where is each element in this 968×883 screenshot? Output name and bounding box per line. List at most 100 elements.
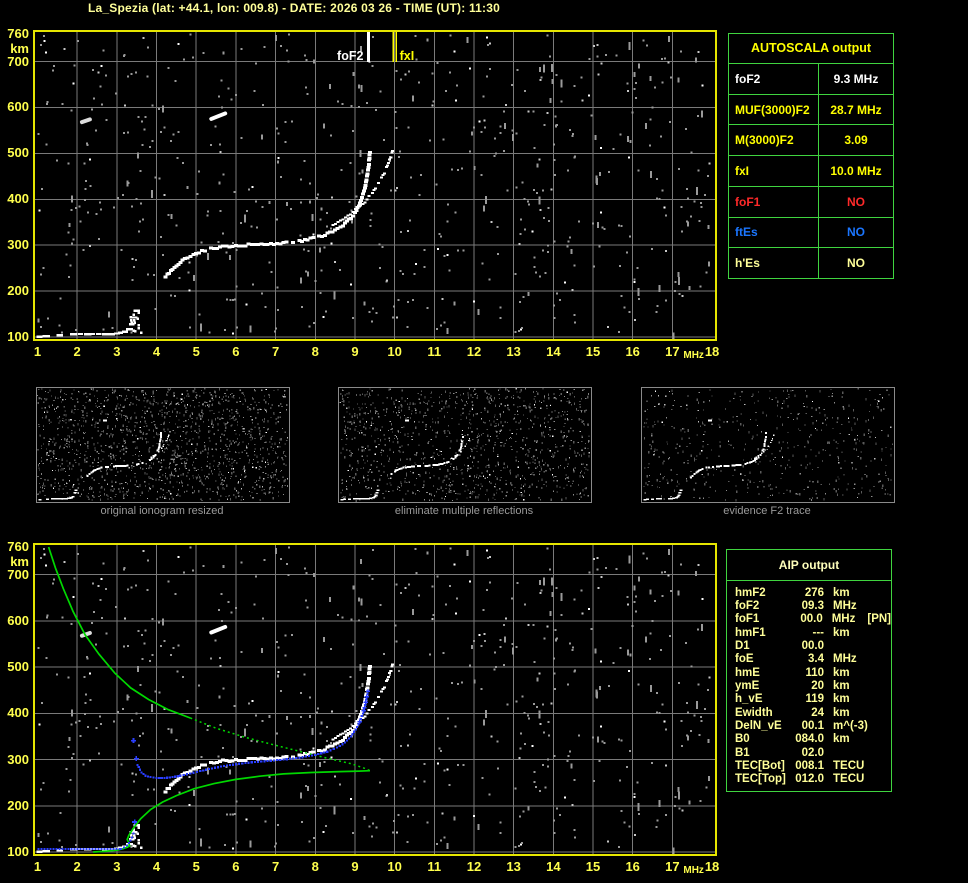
aip-row-foe: foE 3.4 MHz xyxy=(727,653,891,666)
aip-row-tec-top-: TEC[Top] 012.0 TECU xyxy=(727,773,891,786)
x-axis-tick-17: 17 xyxy=(665,344,680,359)
autoscala-row-fxi: fxI 10.0 MHz xyxy=(729,156,893,187)
thumbnail-eliminate-reflections xyxy=(338,387,592,503)
aip-name: B1 xyxy=(735,746,750,759)
x-axis-tick-3: 3 xyxy=(113,859,121,874)
autoscala-param-value: NO xyxy=(847,225,865,240)
x-axis-tick-11: 11 xyxy=(427,344,442,359)
y-axis-tick-600: 600 xyxy=(7,612,29,628)
aip-value: 20 xyxy=(811,680,824,693)
aip-value: 00.0 xyxy=(800,613,823,626)
autoscala-row-fof1: foF1 NO xyxy=(729,186,893,218)
autoscala-param-name: foF1 xyxy=(729,186,819,217)
fxI-marker-label: fxI xyxy=(400,49,415,63)
aip-unit: km xyxy=(833,733,850,746)
x-axis-tick-17: 17 xyxy=(665,859,680,874)
thumbnail-caption-evidence: evidence F2 trace xyxy=(723,505,811,517)
autoscala-row-m-3000-f2: M(3000)F2 3.09 xyxy=(729,125,893,157)
thumbnail-evidence-f2-trace-image xyxy=(643,388,893,502)
thumbnail-eliminate-reflections-image xyxy=(339,388,590,502)
autoscala-row-h-es: h'Es NO xyxy=(729,248,893,279)
aip-row-hme: hmE 110 km xyxy=(727,666,891,679)
aip-note: [PN] xyxy=(867,613,891,626)
aip-value: 00.0 xyxy=(801,640,824,653)
x-axis-tick-14: 14 xyxy=(546,859,561,874)
aip-unit: TECU xyxy=(833,760,865,773)
aip-row-yme: ymE 20 km xyxy=(727,679,891,692)
aip-unit: km xyxy=(833,693,850,706)
aip-name: foF1 xyxy=(735,613,760,626)
x-axis-tick-9: 9 xyxy=(351,344,359,359)
page-title: La_Spezia (lat: +44.1, lon: 009.8) - DAT… xyxy=(88,1,500,15)
autoscala-param-value: 28.7 MHz xyxy=(830,102,882,117)
x-axis-tick-18: 18 xyxy=(704,859,720,874)
aip-row-hmf2: hmF2 276 km xyxy=(727,586,891,599)
x-axis-tick-11: 11 xyxy=(427,859,442,874)
x-axis-tick-2: 2 xyxy=(73,859,81,874)
x-axis-tick-16: 16 xyxy=(625,859,640,874)
aip-unit: MHz xyxy=(831,613,856,626)
aip-row-hmf1: hmF1 --- km xyxy=(727,626,891,639)
autoscala-param-value: 10.0 MHz xyxy=(830,164,882,179)
x-axis-unit-label: MHz xyxy=(683,865,704,876)
autoscala-param-value: 9.3 MHz xyxy=(833,71,879,86)
x-axis-unit-label: MHz xyxy=(683,350,704,361)
aip-value: 24 xyxy=(811,706,824,719)
aip-name: foE xyxy=(735,653,754,666)
aip-name: D1 xyxy=(735,640,750,653)
x-axis-tick-2: 2 xyxy=(73,344,81,359)
aip-unit: TECU xyxy=(833,773,865,786)
aip-row-fof1: foF1 00.0 MHz [PN] xyxy=(727,613,891,626)
y-axis-tick-500: 500 xyxy=(7,145,29,161)
aip-name: Ewidth xyxy=(735,706,773,719)
aip-value: 09.3 xyxy=(801,600,824,613)
autoscala-row-ftes: ftEs NO xyxy=(729,217,893,249)
aip-value: 084.0 xyxy=(795,733,824,746)
aip-value: 3.4 xyxy=(808,653,824,666)
x-axis-tick-5: 5 xyxy=(192,344,200,359)
autoscala-table-rows: foF2 9.3 MHz MUF(3000)F2 28.7 MHz M(3000)F2 3… xyxy=(729,64,893,279)
aip-name: foF2 xyxy=(735,600,760,613)
aip-row-h-ve: h_vE 119 km xyxy=(727,693,891,706)
aip-row-b0: B0 084.0 km xyxy=(727,733,891,746)
x-axis-tick-8: 8 xyxy=(311,344,319,359)
autoscala-param-name: foF2 xyxy=(729,64,819,94)
aip-value: 119 xyxy=(805,693,824,706)
aip-name: TEC[Top] xyxy=(735,773,786,786)
aip-value: 02.0 xyxy=(801,746,824,759)
aip-value: 008.1 xyxy=(795,760,824,773)
aip-name: DelN_vE xyxy=(735,720,782,733)
x-axis-tick-4: 4 xyxy=(152,344,161,359)
aip-table-rows: hmF2 276 km foF2 09.3 MHz foF1 00.0 MHz [PN] hmF1 -… xyxy=(727,581,891,786)
aip-table-title: AIP output xyxy=(727,550,891,581)
y-axis-tick-760: 760 xyxy=(7,539,29,554)
x-axis-tick-3: 3 xyxy=(113,344,121,359)
autoscala-row-muf-3000-f2: MUF(3000)F2 28.7 MHz xyxy=(729,94,893,126)
profile-ionogram-plot xyxy=(33,543,717,856)
aip-name: hmF2 xyxy=(735,586,766,599)
aip-unit: m^(-3) xyxy=(833,720,868,733)
autoscala-table-title: AUTOSCALA output xyxy=(729,34,893,64)
aip-unit: km xyxy=(833,586,850,599)
autoscala-param-name: h'Es xyxy=(729,248,819,279)
aip-row-b1: B1 02.0 xyxy=(727,746,891,759)
y-axis-tick-760: 760 xyxy=(7,26,29,41)
aip-row-tec-bot-: TEC[Bot] 008.1 TECU xyxy=(727,759,891,772)
y-axis-tick-200: 200 xyxy=(7,797,29,813)
y-axis-tick-100: 100 xyxy=(7,844,29,859)
autoscala-param-name: fxI xyxy=(729,156,819,186)
aip-name: h_vE xyxy=(735,693,763,706)
autoscala-param-value: NO xyxy=(847,256,865,271)
y-axis-tick-100: 100 xyxy=(7,329,29,344)
aip-output-table: AIP output hmF2 276 km foF2 09.3 MHz foF1 00.0 M… xyxy=(726,549,892,792)
x-axis-tick-1: 1 xyxy=(33,344,42,359)
y-axis-unit-label: km xyxy=(10,41,29,56)
y-axis-tick-200: 200 xyxy=(7,283,29,299)
x-axis-tick-10: 10 xyxy=(387,344,402,359)
x-axis-tick-10: 10 xyxy=(387,859,402,874)
autoscala-param-name: M(3000)F2 xyxy=(729,125,819,156)
aip-unit: MHz xyxy=(833,600,857,613)
aip-name: hmF1 xyxy=(735,626,766,639)
thumbnail-original-ionogram-image xyxy=(37,388,289,502)
y-axis-tick-400: 400 xyxy=(7,705,29,721)
